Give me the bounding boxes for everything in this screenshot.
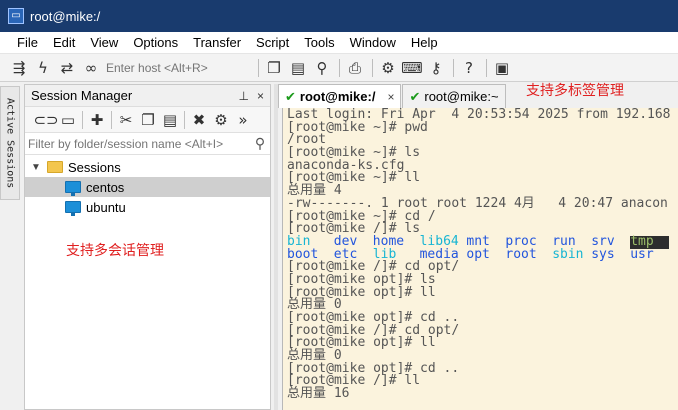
- paste-icon[interactable]: ▤: [159, 109, 181, 131]
- cut-icon[interactable]: ✂: [115, 109, 137, 131]
- delete-icon[interactable]: ✖: [188, 109, 210, 131]
- ls-entry: root: [505, 246, 537, 262]
- app-icon: ▭: [8, 8, 24, 24]
- menu-file[interactable]: File: [10, 35, 46, 50]
- panel-splitter[interactable]: [274, 84, 278, 410]
- monitor-icon: [65, 181, 81, 196]
- toolbar-separator: [453, 58, 454, 77]
- find-icon[interactable]: ⚲: [311, 57, 333, 79]
- menu-edit[interactable]: Edit: [46, 35, 83, 50]
- main-toolbar: ⇶ ϟ ⇄ ∞ ❐ ▤ ⚲ ⎙ ⚙ ⌨ ⚷ ? ▣: [0, 54, 678, 82]
- menu-window[interactable]: Window: [343, 35, 404, 50]
- session-filter-input[interactable]: [28, 136, 250, 151]
- menu-view[interactable]: View: [83, 35, 126, 50]
- terminal-line: [root@mike opt]# ll: [287, 335, 436, 351]
- annotation-multi-session: 支持多会话管理: [66, 242, 164, 258]
- reconnect-icon[interactable]: ⇄: [56, 57, 78, 79]
- terminal-line: [root@mike ~]# pwd: [287, 119, 428, 135]
- session-manager-title: Session Manager: [31, 88, 133, 103]
- terminal-line: [root@mike opt]# ll: [287, 284, 436, 300]
- ls-entry: sys: [591, 246, 615, 262]
- tab-root-mike-home[interactable]: ✔ root@mike:~: [402, 84, 506, 108]
- tab-label: root@mike:~: [424, 89, 499, 104]
- toolbar-separator: [258, 58, 259, 77]
- session-manager-header: Session Manager ⊥ ×: [25, 85, 270, 107]
- terminal-lines-before: Last login: Fri Apr 4 20:53:54 2025 from…: [287, 108, 678, 236]
- folder-icon: [47, 161, 63, 173]
- session-manager-toolbar: ⊂⊃ ▭ ✚ ✂ ❐ ▤ ✖ ⚙ »: [25, 107, 270, 133]
- toolbar-separator: [339, 58, 340, 77]
- toolbar-separator: [486, 58, 487, 77]
- connected-check-icon: ✔: [409, 88, 421, 104]
- tab-label: root@mike:/: [299, 89, 376, 104]
- active-sessions-label: Active Sessions: [4, 97, 16, 189]
- session-tabs: ✔ root@mike:/ × ✔ root@mike:~: [278, 84, 678, 108]
- tab-root-mike-root[interactable]: ✔ root@mike:/ ×: [278, 84, 402, 108]
- help-icon[interactable]: ?: [458, 57, 480, 79]
- menu-bar: File Edit View Options Transfer Script T…: [0, 32, 678, 54]
- active-sessions-tab[interactable]: Active Sessions: [0, 86, 20, 200]
- tree-folder-sessions[interactable]: ▼ Sessions: [25, 157, 270, 177]
- ls-entry: sbin: [552, 246, 584, 262]
- menu-transfer[interactable]: Transfer: [186, 35, 249, 50]
- print-icon[interactable]: ⎙: [344, 57, 366, 79]
- ls-entry: opt: [466, 246, 490, 262]
- disconnect-icon[interactable]: ∞: [80, 57, 102, 79]
- close-tab-icon[interactable]: ×: [387, 90, 394, 104]
- tree-folder-label: Sessions: [68, 159, 121, 175]
- window-title: root@mike:/: [30, 8, 101, 24]
- settings-icon[interactable]: ⚙: [377, 57, 399, 79]
- monitor-icon: [65, 201, 81, 216]
- tree-item-centos[interactable]: centos: [25, 177, 270, 197]
- ls-entry: usr: [630, 246, 654, 262]
- window-icon[interactable]: ▭: [57, 109, 79, 131]
- copy-icon[interactable]: ❐: [263, 57, 285, 79]
- pin-icon[interactable]: ⊥: [239, 89, 249, 103]
- toolbar-separator: [372, 58, 373, 77]
- link-icon[interactable]: ⊂⊃: [33, 109, 58, 131]
- terminal-line: [root@mike ~]# ll: [287, 170, 421, 186]
- terminal-lines-after: [root@mike /]# cd opt/[root@mike opt]# l…: [287, 260, 678, 402]
- session-filter: ⚲: [25, 133, 270, 155]
- close-icon[interactable]: ×: [257, 89, 264, 103]
- paste-icon[interactable]: ▤: [287, 57, 309, 79]
- sftp-icon[interactable]: ▣: [491, 57, 513, 79]
- menu-options[interactable]: Options: [126, 35, 186, 50]
- properties-icon[interactable]: ⚙: [210, 109, 232, 131]
- quick-connect-icon[interactable]: ϟ: [32, 57, 54, 79]
- copy-icon[interactable]: ❐: [137, 109, 159, 131]
- terminal-output[interactable]: Last login: Fri Apr 4 20:53:54 2025 from…: [282, 108, 678, 410]
- securecrt-window: ▭ root@mike:/ File Edit View Options Tra…: [0, 0, 678, 410]
- menu-tools[interactable]: Tools: [297, 35, 342, 50]
- more-icon[interactable]: »: [232, 109, 254, 131]
- search-icon[interactable]: ⚲: [250, 135, 270, 152]
- terminal-line: 总用量 16: [287, 386, 350, 402]
- title-bar: ▭ root@mike:/: [0, 0, 678, 32]
- tree-item-label: ubuntu: [86, 199, 126, 215]
- tree-item-label: centos: [86, 179, 125, 195]
- connect-icon[interactable]: ⇶: [8, 57, 30, 79]
- add-icon[interactable]: ✚: [86, 109, 108, 131]
- toolbar-separator: [184, 110, 185, 129]
- toolbar-separator: [82, 110, 83, 129]
- connected-check-icon: ✔: [285, 88, 296, 104]
- key-icon[interactable]: ⚷: [425, 57, 447, 79]
- enter-host-input[interactable]: [104, 57, 254, 78]
- toolbar-separator: [111, 110, 112, 129]
- menu-help[interactable]: Help: [404, 35, 446, 50]
- chevron-down-icon[interactable]: ▼: [31, 162, 43, 173]
- keymap-icon[interactable]: ⌨: [401, 57, 423, 79]
- tree-item-ubuntu[interactable]: ubuntu: [25, 197, 270, 217]
- menu-script[interactable]: Script: [249, 35, 297, 50]
- session-tree: ▼ Sessions centos ubuntu: [25, 155, 270, 217]
